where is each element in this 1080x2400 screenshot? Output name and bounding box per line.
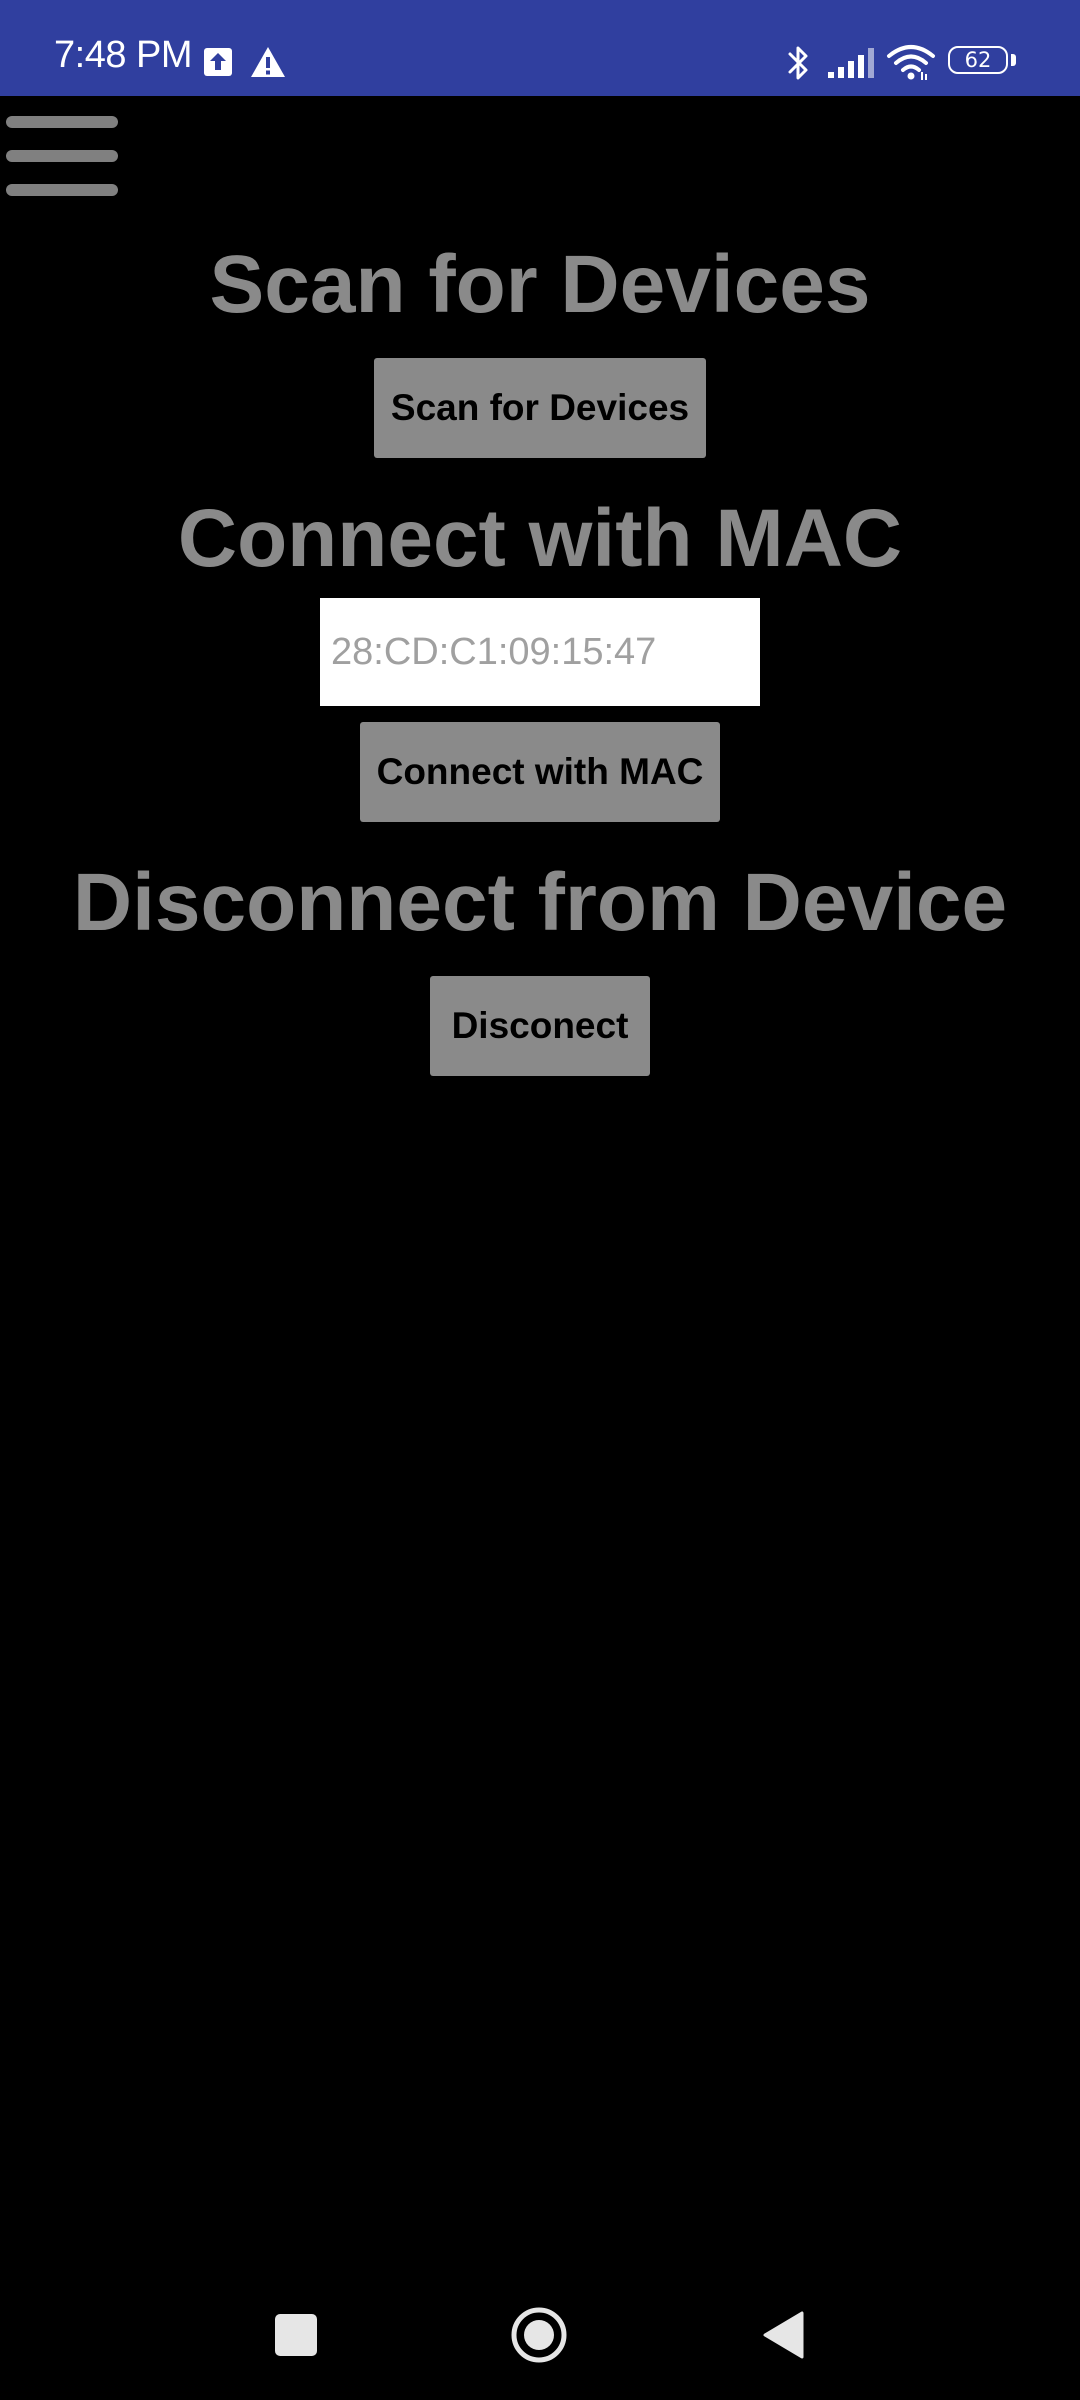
wifi-icon <box>887 45 935 80</box>
battery-level: 62 <box>948 46 1008 74</box>
menu-bar <box>6 116 118 128</box>
connect-heading: Connect with MAC <box>177 493 903 584</box>
disconnect-button[interactable]: Disconect <box>430 976 650 1076</box>
scan-devices-button[interactable]: Scan for Devices <box>374 358 706 458</box>
disconnect-heading: Disconnect from Device <box>72 857 1008 948</box>
navigation-bar <box>0 2260 1080 2400</box>
scan-heading: Scan for Devices <box>209 239 871 330</box>
app-screen: 7:48 PM 62 Scan for Devices Scan for Dev… <box>0 0 1080 2400</box>
alert-icon <box>251 47 285 77</box>
upload-icon <box>204 48 232 76</box>
back-icon[interactable] <box>762 2310 806 2360</box>
mac-address-input[interactable] <box>320 598 760 706</box>
battery-icon: 62 <box>948 46 1018 78</box>
status-bar: 7:48 PM 62 <box>0 0 1080 96</box>
status-time: 7:48 PM <box>54 34 193 76</box>
battery-tip <box>1011 54 1016 66</box>
menu-bar <box>6 184 118 196</box>
menu-bar <box>6 150 118 162</box>
signal-icon <box>828 48 874 78</box>
hamburger-menu-icon[interactable] <box>4 116 118 204</box>
connect-mac-button[interactable]: Connect with MAC <box>360 722 720 822</box>
bluetooth-icon <box>788 46 808 80</box>
home-icon[interactable] <box>510 2306 568 2364</box>
recents-icon[interactable] <box>275 2314 317 2356</box>
